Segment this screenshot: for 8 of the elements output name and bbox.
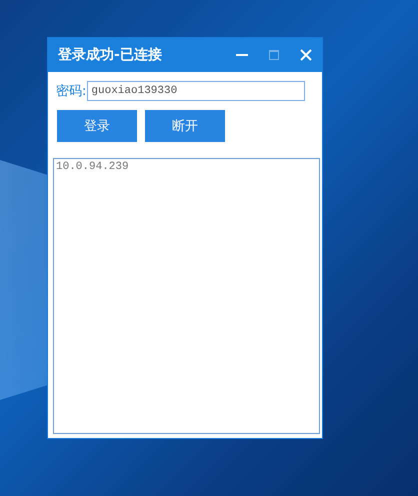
action-button[interactable]: 断开	[145, 110, 225, 142]
action-button[interactable]: 登录	[57, 110, 137, 142]
log-area[interactable]: 10.0.94.239	[53, 158, 320, 434]
window-title: 登录成功-已连接	[58, 46, 163, 64]
close-icon	[300, 49, 312, 61]
password-label: 密码:	[56, 83, 86, 100]
maximize-icon	[269, 50, 279, 60]
password-field[interactable]: guoxiao139330	[87, 81, 306, 101]
